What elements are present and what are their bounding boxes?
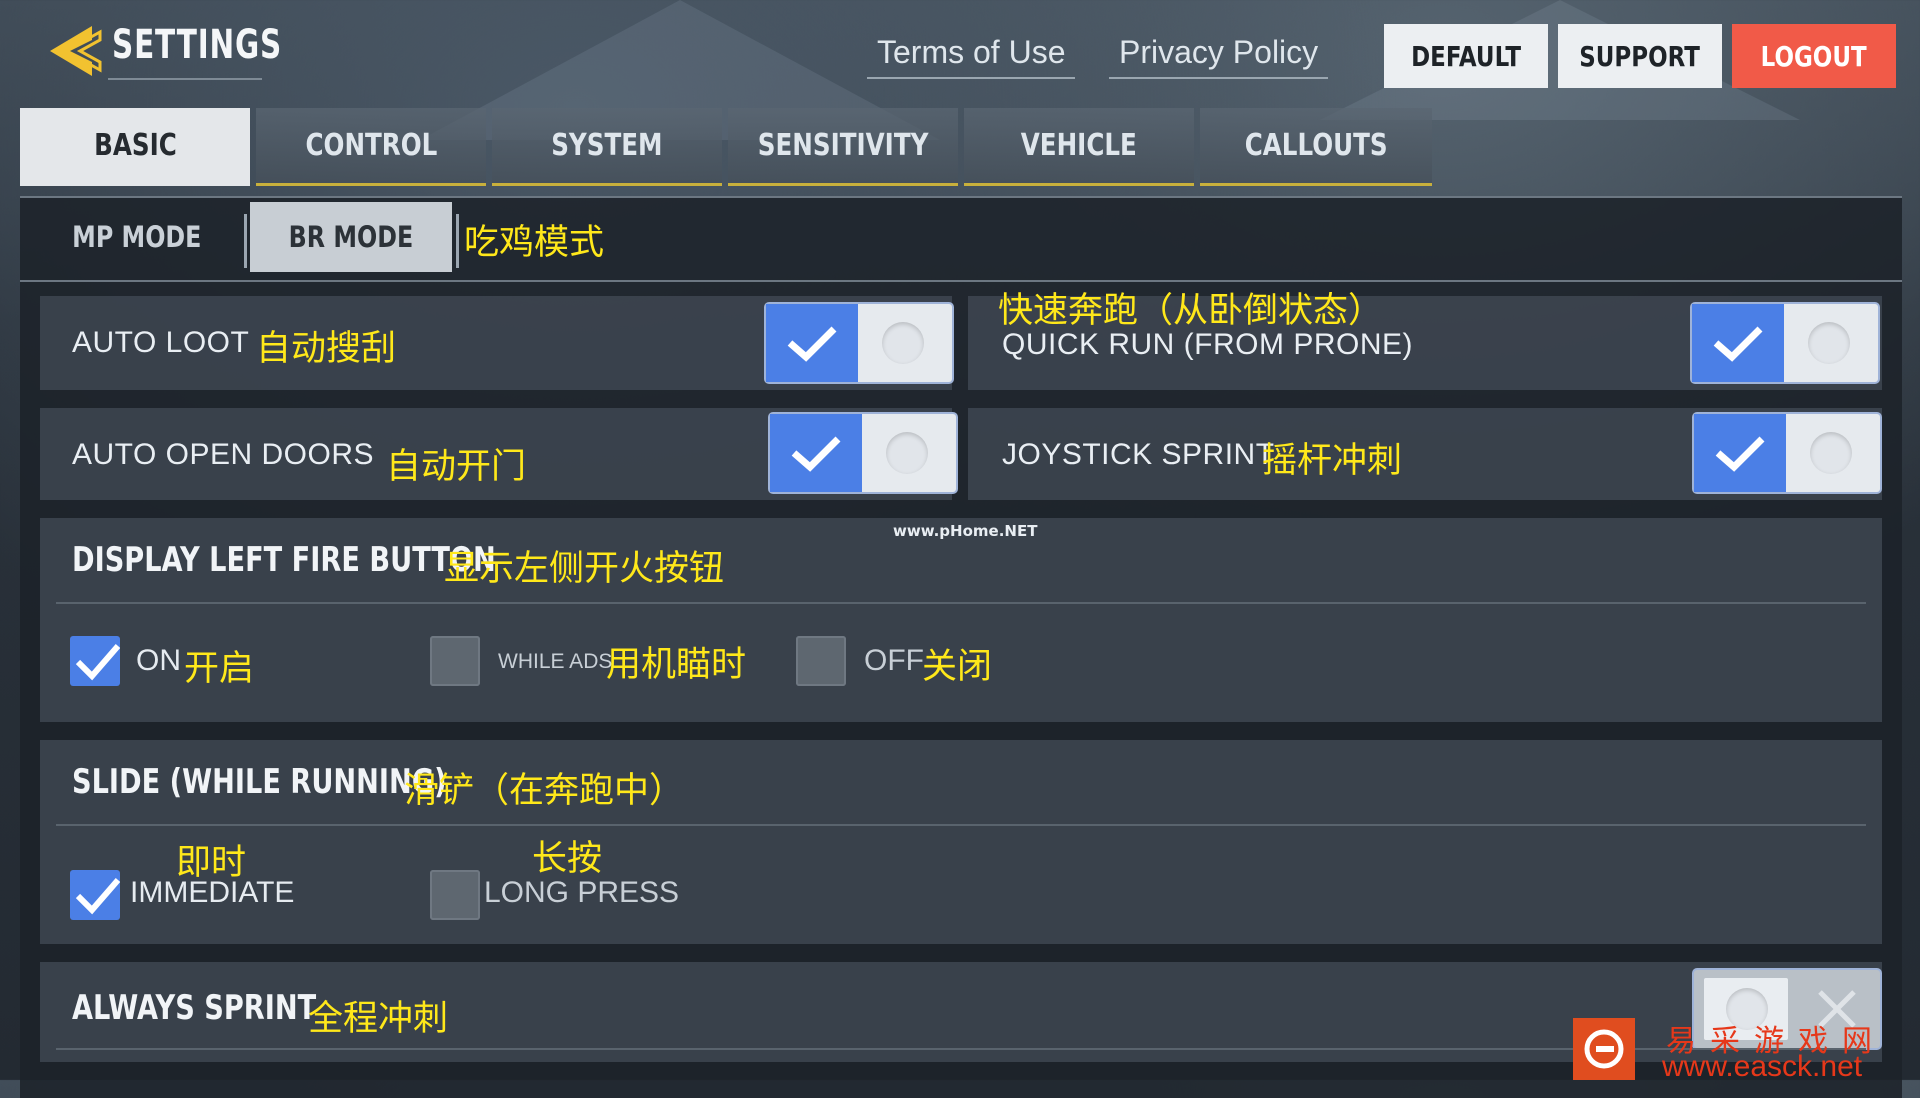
always-sprint-annotation: 全程冲刺: [308, 999, 449, 1039]
left-fire-on-annotation: 开启: [184, 649, 255, 689]
tab-label: SYSTEM: [551, 128, 663, 163]
slide-long-press-label: LONG PRESS: [484, 876, 680, 909]
support-button[interactable]: SUPPORT: [1558, 24, 1722, 88]
support-button-label: SUPPORT: [1579, 39, 1701, 73]
tab-system[interactable]: SYSTEM: [492, 108, 722, 186]
auto-open-doors-annotation: 自动开门: [386, 447, 527, 487]
always-sprint-label: ALWAYS SPRINT: [72, 988, 317, 1028]
tab-label: BASIC: [93, 128, 177, 163]
slide-immediate-label: IMMEDIATE: [130, 876, 295, 909]
tab-basic[interactable]: BASIC: [20, 108, 250, 186]
left-fire-off-label: OFF: [864, 644, 924, 677]
row-divider: [56, 602, 1866, 604]
back-arrow-icon[interactable]: [44, 22, 104, 80]
row-divider: [56, 824, 1866, 826]
joystick-sprint-toggle[interactable]: [1694, 414, 1880, 492]
auto-open-doors-toggle[interactable]: [770, 414, 956, 492]
slide-annotation: 滑铲（在奔跑中）: [404, 771, 685, 811]
toggle-knob: [886, 432, 928, 474]
site-logo-icon: [1573, 1018, 1635, 1080]
left-fire-on-checkbox[interactable]: [70, 636, 121, 686]
default-button-label: DEFAULT: [1410, 39, 1521, 73]
checkmark-icon: [75, 644, 121, 681]
slide-label: SLIDE (WHILE RUNNING): [72, 762, 447, 802]
watermark: www.pHome.NET: [893, 522, 1038, 540]
quick-run-annotation: 快速奔跑（从卧倒状态）: [998, 291, 1384, 331]
site-url: www.easck.net: [1662, 1050, 1863, 1083]
left-fire-while-ads-annotation: 用机瞄时: [606, 645, 747, 685]
slide-long-press-annotation: 长按: [532, 839, 603, 879]
tab-sensitivity[interactable]: SENSITIVITY: [728, 108, 958, 186]
tab-label: CALLOUTS: [1244, 128, 1388, 163]
auto-loot-annotation: 自动搜刮: [256, 329, 397, 369]
tab-label: SENSITIVITY: [757, 128, 929, 163]
auto-loot-label: AUTO LOOT: [72, 326, 250, 359]
logout-button-label: LOGOUT: [1760, 39, 1868, 73]
subtab-label: BR MODE: [288, 220, 414, 254]
toggle-knob: [882, 322, 924, 364]
quick-run-label: QUICK RUN (FROM PRONE): [1002, 328, 1413, 361]
tab-control[interactable]: CONTROL: [256, 108, 486, 186]
toggle-knob: [1810, 432, 1852, 474]
slide-long-press-checkbox[interactable]: [430, 870, 480, 920]
title-underline: [108, 78, 262, 80]
subtab-divider: [456, 214, 459, 268]
tab-label: CONTROL: [305, 128, 437, 163]
logout-button[interactable]: LOGOUT: [1732, 24, 1896, 88]
auto-open-doors-label: AUTO OPEN DOORS: [72, 438, 374, 471]
left-fire-on-label: ON: [136, 644, 181, 677]
joystick-sprint-annotation: 摇杆冲刺: [1262, 441, 1403, 481]
default-button[interactable]: DEFAULT: [1384, 24, 1548, 88]
terms-of-use-link[interactable]: Terms of Use: [867, 34, 1076, 79]
joystick-sprint-label: JOYSTICK SPRINT: [1002, 438, 1275, 471]
checkmark-icon: [1694, 414, 1786, 492]
tab-callouts[interactable]: CALLOUTS: [1200, 108, 1432, 186]
left-fire-while-ads-label: WHILE ADS: [498, 650, 613, 673]
left-fire-button-annotation: 显示左侧开火按钮: [444, 549, 725, 589]
tab-label: VEHICLE: [1020, 128, 1138, 163]
checkmark-icon: [1692, 304, 1784, 382]
left-fire-button-label: DISPLAY LEFT FIRE BUTTON: [72, 540, 496, 580]
subtab-divider: [244, 214, 247, 268]
subtab-bar-divider: [20, 280, 1902, 282]
checkmark-icon: [75, 878, 121, 915]
subtab-label: MP MODE: [72, 220, 202, 254]
slide-immediate-checkbox[interactable]: [70, 870, 121, 920]
quick-run-toggle[interactable]: [1692, 304, 1878, 382]
left-fire-off-checkbox[interactable]: [796, 636, 846, 686]
toggle-knob: [1808, 322, 1850, 364]
checkmark-icon: [770, 414, 862, 492]
privacy-policy-link[interactable]: Privacy Policy: [1109, 34, 1329, 79]
checkmark-icon: [766, 304, 858, 382]
left-fire-off-annotation: 关闭: [922, 647, 993, 687]
left-fire-while-ads-checkbox[interactable]: [430, 636, 480, 686]
subtab-mp-mode[interactable]: MP MODE: [40, 202, 234, 272]
tab-vehicle[interactable]: VEHICLE: [964, 108, 1194, 186]
auto-loot-toggle[interactable]: [766, 304, 952, 382]
subtab-br-mode[interactable]: BR MODE: [250, 202, 452, 272]
subtab-br-annotation: 吃鸡模式: [464, 223, 605, 263]
page-title: SETTINGS: [112, 22, 283, 68]
